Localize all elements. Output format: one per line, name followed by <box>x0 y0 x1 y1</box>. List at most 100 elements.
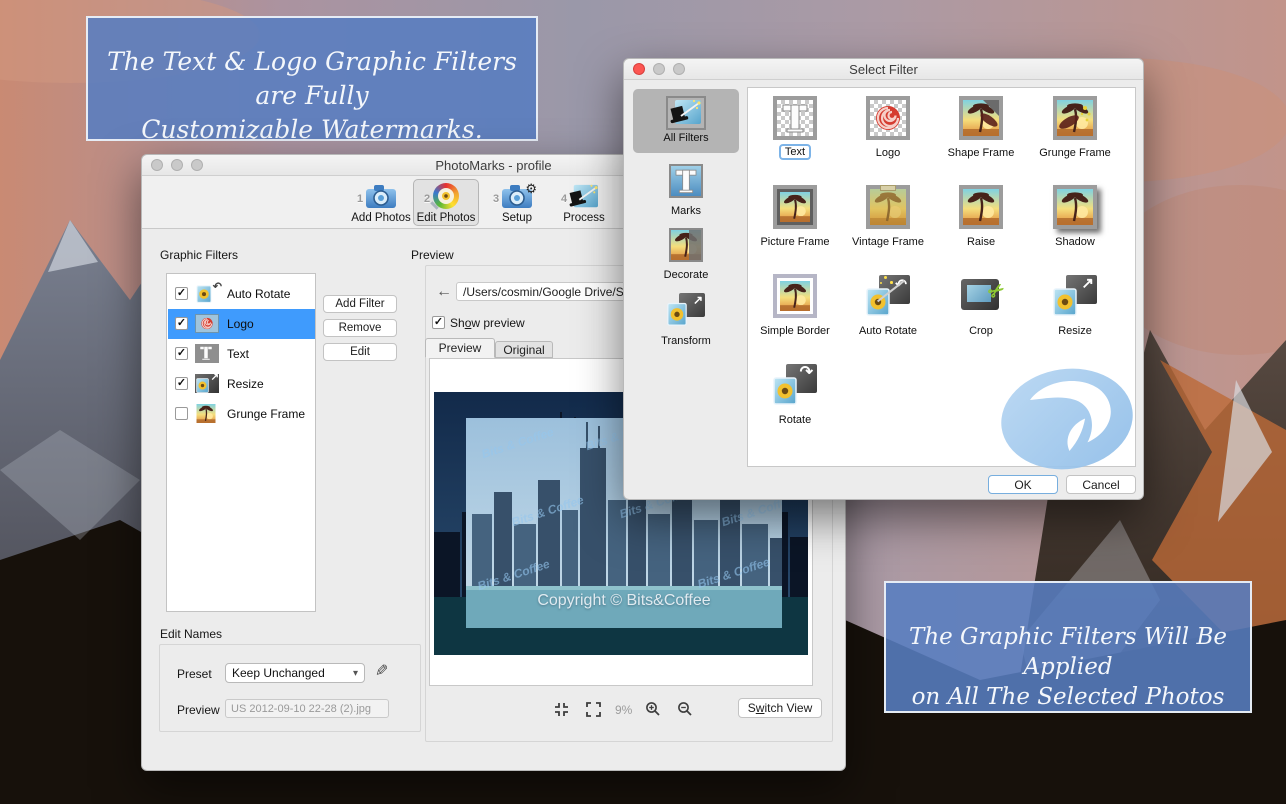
toolbar-label: Setup <box>502 212 532 224</box>
filter-item-label: Grunge Frame <box>1039 147 1111 159</box>
select-filter-dialog: Select Filter All Filters Marks Decorate <box>623 58 1144 500</box>
show-preview-checkbox[interactable]: ✓ <box>432 316 445 329</box>
filter-item-picture-frame[interactable]: Picture Frame <box>747 185 843 248</box>
category-sidebar: All Filters Marks Decorate ↗ <box>631 86 743 466</box>
resize-icon: ↗ <box>195 374 219 393</box>
caption-banner-top: The Text & Logo Graphic Filters are Full… <box>86 16 538 141</box>
edit-preset-pencil-icon[interactable]: ✎ <box>375 661 388 681</box>
filter-item-label: Rotate <box>779 414 811 426</box>
actual-size-icon[interactable] <box>586 702 601 717</box>
zoom-out-icon[interactable] <box>677 701 693 717</box>
name-preview-label: Preview <box>177 703 220 717</box>
filter-item-logo[interactable]: Logo <box>840 96 936 159</box>
dialog-title-bar[interactable]: Select Filter <box>624 59 1143 80</box>
filter-item-label: Shape Frame <box>948 147 1015 159</box>
preset-dropdown[interactable]: Keep Unchanged ▾ <box>225 663 365 683</box>
checkbox-checked[interactable]: ✓ <box>175 347 188 360</box>
minimize-button[interactable] <box>171 159 183 171</box>
category-label: Marks <box>671 205 701 217</box>
all-filters-icon <box>668 98 704 128</box>
toolbar-label: Edit Photos <box>417 212 476 224</box>
filter-item-label: Picture Frame <box>760 236 829 248</box>
checkbox-checked[interactable]: ✓ <box>175 317 188 330</box>
toolbar-label: Add Photos <box>351 212 410 224</box>
minimize-button[interactable] <box>653 63 665 75</box>
filter-item-grunge-frame[interactable]: Grunge Frame <box>1027 96 1123 159</box>
picture-frame-icon <box>773 185 817 229</box>
resize-filter-icon: ↗ <box>1053 274 1097 318</box>
zoom-button[interactable] <box>673 63 685 75</box>
filter-item-label: Text <box>779 144 811 160</box>
logo-icon <box>195 314 219 333</box>
name-preview-field[interactable]: US 2012-09-10 22-28 (2).jpg <box>225 699 389 718</box>
chevron-down-icon: ▾ <box>353 668 358 679</box>
filter-item-resize[interactable]: ↗ Resize <box>1027 274 1123 337</box>
toolbar-add-photos[interactable]: 1 Add Photos <box>346 183 416 224</box>
remove-button[interactable]: Remove <box>323 319 397 337</box>
checkbox-checked[interactable]: ✓ <box>175 287 188 300</box>
shadow-icon <box>1053 185 1097 229</box>
filter-item-vintage-frame[interactable]: Vintage Frame <box>840 185 936 248</box>
tab-original[interactable]: Original <box>495 341 553 358</box>
filter-row-auto-rotate[interactable]: ✓ ↶ Auto Rotate <box>168 279 315 309</box>
filter-item-label: Raise <box>967 236 995 248</box>
filter-row-label: Resize <box>227 377 264 391</box>
filter-item-crop[interactable]: ✂ Crop <box>933 274 1029 337</box>
grunge-frame-icon <box>195 404 219 423</box>
shape-frame-icon <box>959 96 1003 140</box>
close-button[interactable] <box>151 159 163 171</box>
filter-item-shape-frame[interactable]: Shape Frame <box>933 96 1029 159</box>
filter-item-label: Crop <box>969 325 993 337</box>
category-transform[interactable]: ↗ Transform <box>633 292 739 347</box>
watermark-copyright: Copyright © Bits&Coffee <box>466 592 782 610</box>
toolbar-setup[interactable]: ⚙ 3 Setup <box>482 183 552 224</box>
filter-row-grunge-frame[interactable]: Grunge Frame <box>168 399 315 429</box>
filter-row-text[interactable]: ✓ Text <box>168 339 315 369</box>
add-filter-button[interactable]: Add Filter <box>323 295 397 313</box>
close-button[interactable] <box>633 63 645 75</box>
filter-item-raise[interactable]: Raise <box>933 185 1029 248</box>
cancel-button[interactable]: Cancel <box>1066 475 1136 494</box>
filter-item-simple-border[interactable]: Simple Border <box>747 274 843 337</box>
raise-icon <box>959 185 1003 229</box>
filter-item-shadow[interactable]: Shadow <box>1027 185 1123 248</box>
filter-row-label: Auto Rotate <box>227 287 290 301</box>
filter-row-label: Logo <box>227 317 254 331</box>
back-arrow-icon[interactable]: ← <box>436 283 452 301</box>
toolbar-step-number: 4 <box>561 193 567 205</box>
checkbox-checked[interactable]: ✓ <box>175 377 188 390</box>
desktop: The Text & Logo Graphic Filters are Full… <box>0 0 1286 804</box>
category-all-filters[interactable]: All Filters <box>633 89 739 153</box>
toolbar-process[interactable]: 4 Process <box>549 183 619 224</box>
filter-row-logo[interactable]: ✓ Logo <box>168 309 315 339</box>
grunge-frame-icon <box>1053 96 1097 140</box>
switch-view-button[interactable]: Switch View <box>738 698 822 718</box>
filter-item-label: Simple Border <box>760 325 830 337</box>
auto-rotate-filter-icon: ↶ <box>866 274 910 318</box>
ok-button[interactable]: OK <box>988 475 1058 494</box>
edit-button[interactable]: Edit <box>323 343 397 361</box>
filter-item-label: Resize <box>1058 325 1092 337</box>
filter-item-auto-rotate[interactable]: ↶ Auto Rotate <box>840 274 936 337</box>
vintage-frame-icon <box>866 185 910 229</box>
category-label: Decorate <box>664 269 709 281</box>
filter-item-label: Auto Rotate <box>859 325 917 337</box>
toolbar-edit-photos[interactable]: 2 Edit Photos <box>411 183 481 224</box>
filter-list[interactable]: ✓ ↶ Auto Rotate ✓ Logo ✓ <box>166 273 316 612</box>
edit-names-group <box>159 644 421 732</box>
category-marks[interactable]: Marks <box>633 164 739 217</box>
filter-row-resize[interactable]: ✓ ↗ Resize <box>168 369 315 399</box>
logo-filter-icon <box>866 96 910 140</box>
preview-panel-title: Preview <box>411 248 454 262</box>
zoom-in-icon[interactable] <box>645 701 661 717</box>
category-decorate[interactable]: Decorate <box>633 228 739 281</box>
zoom-button[interactable] <box>191 159 203 171</box>
checkbox-unchecked[interactable] <box>175 407 188 420</box>
tab-preview[interactable]: Preview <box>425 338 495 358</box>
preset-label: Preset <box>177 667 212 681</box>
filter-item-rotate[interactable]: ↷ Rotate <box>747 363 843 426</box>
filter-item-text[interactable]: Text <box>747 96 843 160</box>
toolbar-label: Process <box>563 212 605 224</box>
fit-to-window-icon[interactable] <box>554 702 569 717</box>
marks-icon <box>669 164 703 198</box>
